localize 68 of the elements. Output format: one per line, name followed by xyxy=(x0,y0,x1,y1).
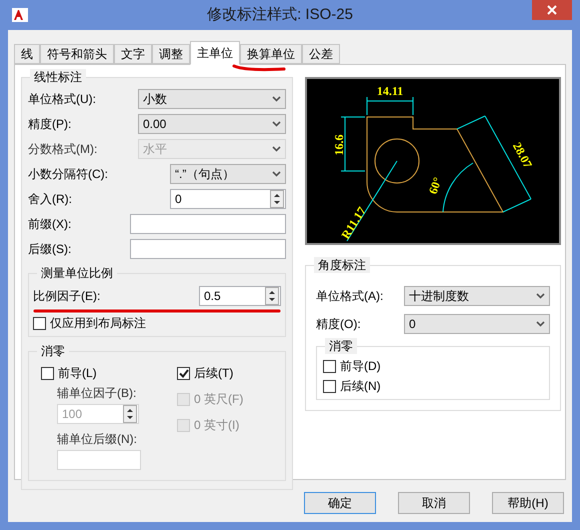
spin-field[interactable]: 0 xyxy=(170,188,286,208)
app-icon xyxy=(12,8,28,22)
text-field[interactable] xyxy=(130,238,286,258)
dropdown[interactable]: 0.00 xyxy=(138,114,286,134)
spin-arrows-icon[interactable] xyxy=(265,287,279,305)
field-label: 精度(P): xyxy=(28,116,72,132)
text-field[interactable] xyxy=(130,214,286,234)
tab[interactable]: 调整 xyxy=(152,44,190,64)
checkbox-label: 前导(L) xyxy=(58,365,97,382)
checkbox[interactable] xyxy=(323,380,336,392)
dimension-text: 28.07 xyxy=(510,140,536,170)
tab[interactable]: 符号和箭头 xyxy=(40,44,114,64)
dimension-text: 14.11 xyxy=(376,84,404,98)
group-title: 测量单位比例 xyxy=(37,265,117,281)
tab[interactable]: 文字 xyxy=(114,44,152,64)
close-icon xyxy=(547,5,557,15)
group-title: 消零 xyxy=(325,338,357,354)
field-label: 辅单位后缀(N): xyxy=(57,431,138,448)
text-field[interactable] xyxy=(57,450,141,470)
field-label: 单位格式(U): xyxy=(28,90,96,108)
checkmark-icon xyxy=(178,368,188,378)
checkbox-label: 前导(D) xyxy=(340,358,381,375)
field-label: 后缀(S): xyxy=(28,240,72,258)
field-label: 小数分隔符(C): xyxy=(28,166,108,182)
group-title: 线性标注 xyxy=(30,69,86,85)
field-label: 精度(O): xyxy=(316,316,361,333)
tab[interactable]: 主单位 xyxy=(190,41,240,65)
checkbox-label: 0 英尺(F) xyxy=(194,391,244,408)
dialog-button[interactable]: 帮助(H) xyxy=(492,492,564,514)
chevron-down-icon xyxy=(536,321,545,327)
spin-arrows-icon[interactable] xyxy=(270,190,284,208)
field-label: 舍入(R): xyxy=(28,190,72,208)
group-title: 消零 xyxy=(37,343,69,359)
checkbox-label: 后续(T) xyxy=(194,365,234,382)
tab[interactable]: 线 xyxy=(14,44,40,64)
dropdown[interactable]: “.”（句点） xyxy=(170,164,286,184)
annotation-stroke xyxy=(232,64,286,72)
chevron-down-icon xyxy=(272,120,281,126)
tab[interactable]: 换算单位 xyxy=(240,44,302,64)
close-button[interactable] xyxy=(532,0,572,20)
spin-field[interactable]: 0.5 xyxy=(199,286,281,306)
group-title: 角度标注 xyxy=(314,257,370,273)
checkbox[interactable] xyxy=(323,360,336,372)
dialog-button[interactable]: 确定 xyxy=(304,492,376,514)
checkbox[interactable] xyxy=(33,316,46,330)
checkbox-label: 0 英寸(I) xyxy=(194,417,240,434)
chevron-down-icon xyxy=(272,146,281,152)
tab[interactable]: 公差 xyxy=(302,44,340,64)
checkbox[interactable] xyxy=(177,366,190,380)
chevron-down-icon xyxy=(536,293,545,299)
field-label: 分数格式(M): xyxy=(28,140,98,158)
dropdown[interactable]: 0 xyxy=(404,314,550,334)
spin-arrows-icon[interactable] xyxy=(123,405,137,423)
dropdown[interactable]: 十进制度数 xyxy=(404,286,550,306)
dimension-text: 60° xyxy=(426,175,445,196)
checkbox-label: 后续(N) xyxy=(340,378,381,395)
dimension-text: 16.6 xyxy=(332,134,346,156)
chevron-down-icon xyxy=(272,96,281,102)
field-label: 前缀(X): xyxy=(28,216,72,232)
field-label: 辅单位因子(B): xyxy=(57,385,138,402)
chevron-down-icon xyxy=(272,170,281,176)
dropdown[interactable]: 小数 xyxy=(138,88,286,108)
field-label: 单位格式(A): xyxy=(316,288,384,305)
dialog-button[interactable]: 取消 xyxy=(398,492,470,514)
checkbox-label: 仅应用到布局标注 xyxy=(50,315,146,332)
checkbox[interactable] xyxy=(41,366,54,380)
window-title: 修改标注样式: ISO-25 xyxy=(206,4,354,25)
field-label: 比例因子(E): xyxy=(33,288,100,305)
